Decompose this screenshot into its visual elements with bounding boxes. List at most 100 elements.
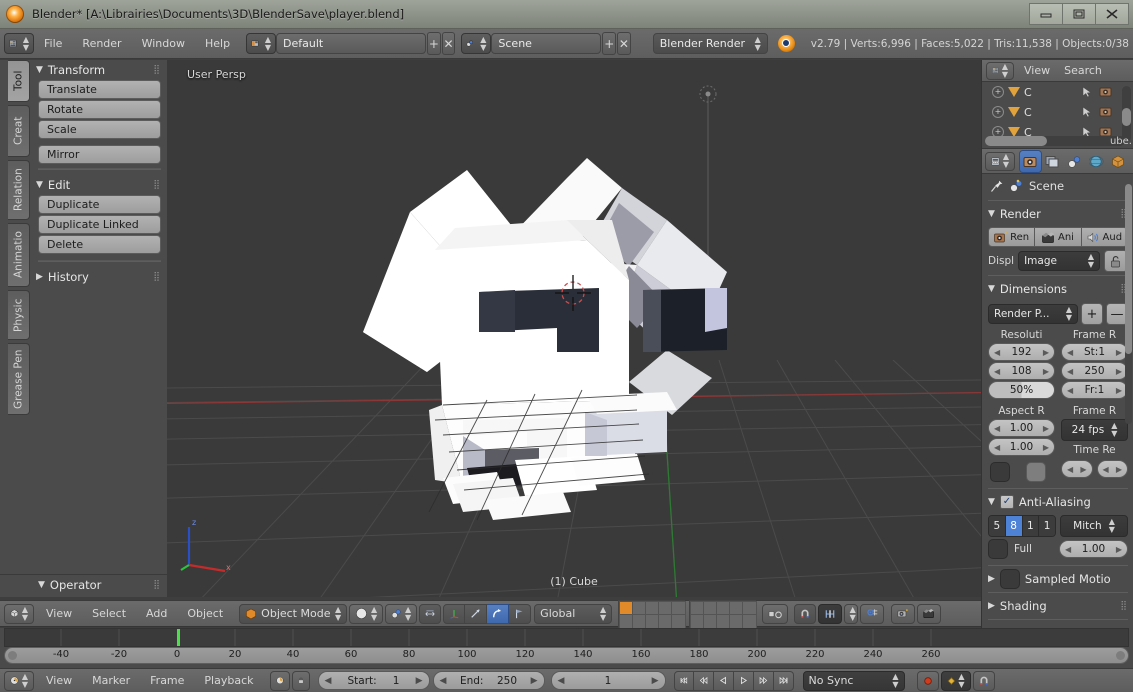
jump-to-end-button[interactable] (773, 670, 794, 691)
editor-type-selector-outliner[interactable]: ▲ ▼ (986, 61, 1014, 80)
outliner-horizontal-scrollbar[interactable] (985, 136, 1125, 146)
menu-render[interactable]: Render (72, 33, 131, 54)
scene-browse-button[interactable]: ▲ ▼ (461, 33, 492, 54)
aspect-y-field[interactable]: ◀ 1.00 ▶ (988, 438, 1055, 456)
render-button[interactable] (891, 603, 916, 624)
panel-header-render[interactable]: ▼ Render ⣿ (982, 203, 1133, 225)
render-camera-icon[interactable] (1099, 86, 1112, 97)
aa-filter-size-field[interactable]: ◀ 1.00 ▶ (1059, 540, 1128, 558)
timeline-menu-playback[interactable]: Playback (194, 670, 263, 691)
rotate-manipulator-button[interactable] (465, 603, 488, 624)
tab-animation[interactable]: Animatio (8, 223, 30, 287)
panel-header-dimensions[interactable]: ▼ Dimensions ⣿ (982, 278, 1133, 300)
panel-header-shading[interactable]: ▶ Shading ⣿ (982, 595, 1133, 617)
current-frame-field[interactable]: ◀ 1 ▶ (550, 671, 666, 690)
transform-orientation-selector[interactable]: Global ▲ ▼ (534, 603, 613, 624)
tab-relations[interactable]: Relation (8, 160, 30, 220)
rotate-button[interactable]: Rotate (38, 100, 161, 119)
duplicate-button[interactable]: Duplicate (38, 195, 161, 214)
snap-toggle-button[interactable] (794, 603, 817, 624)
panel-header-history[interactable]: ▶ History ⣿ (32, 267, 167, 287)
screen-layout-browse-button[interactable]: ▲ ▼ (246, 33, 277, 54)
outliner-row[interactable]: + C (982, 102, 1133, 122)
sync-mode-selector[interactable]: No Sync ▲ ▼ (802, 670, 905, 691)
render-audio-button[interactable]: Aud (1081, 227, 1128, 247)
menu-window[interactable]: Window (132, 33, 195, 54)
pivot-point-selector[interactable]: ▲ ▼ (385, 603, 418, 624)
properties-panel[interactable]: Scene ▼ Render ⣿ Ren Ani (982, 174, 1133, 626)
tab-object[interactable] (1108, 151, 1129, 172)
proportional-edit-button[interactable] (762, 603, 789, 624)
scene-name-field[interactable]: Scene (491, 33, 602, 54)
render-camera-icon[interactable] (1099, 106, 1112, 117)
tab-scene[interactable] (1064, 151, 1085, 172)
timeline-scroll-left-knob[interactable] (8, 651, 17, 660)
layer-20[interactable] (742, 613, 758, 629)
translate-manipulator-button[interactable] (443, 603, 466, 624)
outliner-row[interactable]: + C (982, 82, 1133, 102)
layer-15[interactable] (671, 613, 687, 629)
frame-start-field[interactable]: ◀ St:1 ▶ (1061, 343, 1128, 361)
translate-button[interactable]: Translate (38, 80, 161, 99)
frame-start-field[interactable]: ◀ Start: 1 ▶ (317, 671, 430, 690)
render-image-button[interactable]: Ren (988, 227, 1036, 247)
outliner-vertical-scrollbar[interactable] (1122, 86, 1131, 142)
maximize-button[interactable] (1062, 3, 1096, 25)
record-button[interactable] (916, 670, 939, 691)
resolution-x-field[interactable]: ◀ 192 ▶ (988, 343, 1055, 361)
aa-filter-selector[interactable]: Mitch ▲ ▼ (1060, 515, 1128, 537)
editor-type-selector-info[interactable]: ▲ ▼ (4, 33, 34, 54)
editor-type-selector-3dview[interactable]: ▲ ▼ (4, 603, 34, 624)
render-preset-selector[interactable]: Render P... ▲ ▼ (988, 304, 1078, 324)
timeline-ruler[interactable]: -40 -20 0 20 40 60 80 100 120 140 160 18… (4, 647, 1129, 664)
add-preset-button[interactable]: + (1081, 303, 1103, 325)
jump-to-start-button[interactable] (673, 670, 694, 691)
auto-keyframe-button[interactable] (269, 670, 290, 691)
aa-samples-16[interactable]: 1 (1039, 516, 1055, 536)
crop-render-checkbox[interactable] (1026, 462, 1046, 482)
view3d-menu-object[interactable]: Object (177, 603, 233, 624)
duplicate-linked-button[interactable]: Duplicate Linked (38, 215, 161, 234)
view3d-menu-view[interactable]: View (36, 603, 82, 624)
display-mode-selector[interactable]: Image ▲ ▼ (1018, 251, 1100, 271)
frame-end-field[interactable]: ◀ End: 250 ▶ (432, 671, 545, 690)
tab-world[interactable] (1086, 151, 1107, 172)
tab-tool[interactable]: Tool (8, 60, 30, 102)
timeline-menu-view[interactable]: View (36, 670, 82, 691)
tab-physics[interactable]: Physic (8, 290, 30, 340)
delete-button[interactable]: Delete (38, 235, 161, 254)
scale-manipulator-button[interactable] (487, 603, 510, 624)
close-button[interactable] (1095, 3, 1129, 25)
frame-step-field[interactable]: ◀ Fr:1 ▶ (1061, 381, 1128, 399)
border-render-checkbox[interactable] (990, 462, 1010, 482)
next-keyframe-button[interactable] (753, 670, 774, 691)
aspect-x-field[interactable]: ◀ 1.00 ▶ (988, 419, 1055, 437)
render-animation-button[interactable] (917, 603, 942, 624)
antialiasing-checkbox[interactable]: ✓ (999, 495, 1014, 509)
delete-scene-button[interactable]: ✕ (617, 32, 631, 55)
timeline-menu-frame[interactable]: Frame (140, 670, 194, 691)
outliner-tree[interactable]: + C + C + C ube. (982, 82, 1133, 148)
editor-type-selector-timeline[interactable]: ▲ ▼ (4, 670, 34, 691)
expand-icon[interactable]: + (992, 86, 1004, 98)
tab-grease-pencil[interactable]: Grease Pen (8, 343, 30, 415)
3d-viewport[interactable]: z x User Persp (1) Cube (167, 60, 981, 597)
keyframe-type-selector[interactable]: ▲ ▼ (940, 670, 971, 691)
cursor-arrow-icon[interactable] (1082, 106, 1093, 118)
render-animation-button[interactable]: Ani (1035, 227, 1082, 247)
menu-help[interactable]: Help (195, 33, 240, 54)
snap-element-button[interactable] (818, 603, 843, 624)
panel-header-transform[interactable]: ▼ Transform ⣿ (32, 60, 167, 80)
add-scene-button[interactable]: + (602, 32, 617, 55)
manipulator-extra-button[interactable] (509, 603, 532, 624)
outliner-menu-view[interactable]: View (1016, 60, 1058, 81)
screen-layout-field[interactable]: Default (276, 33, 427, 54)
frame-end-field[interactable]: ◀ 250 ▶ (1061, 362, 1128, 380)
aa-samples-8[interactable]: 8 (1005, 516, 1023, 536)
scene-layers-widget[interactable] (618, 599, 758, 629)
panel-header-performance[interactable]: ▶ Performance ⣿ (982, 622, 1133, 626)
full-sample-checkbox[interactable] (988, 539, 1008, 559)
outliner-menu-search[interactable]: Search (1058, 60, 1108, 81)
render-engine-selector[interactable]: Blender Render ▲ ▼ (652, 33, 768, 54)
menu-file[interactable]: File (34, 33, 72, 54)
